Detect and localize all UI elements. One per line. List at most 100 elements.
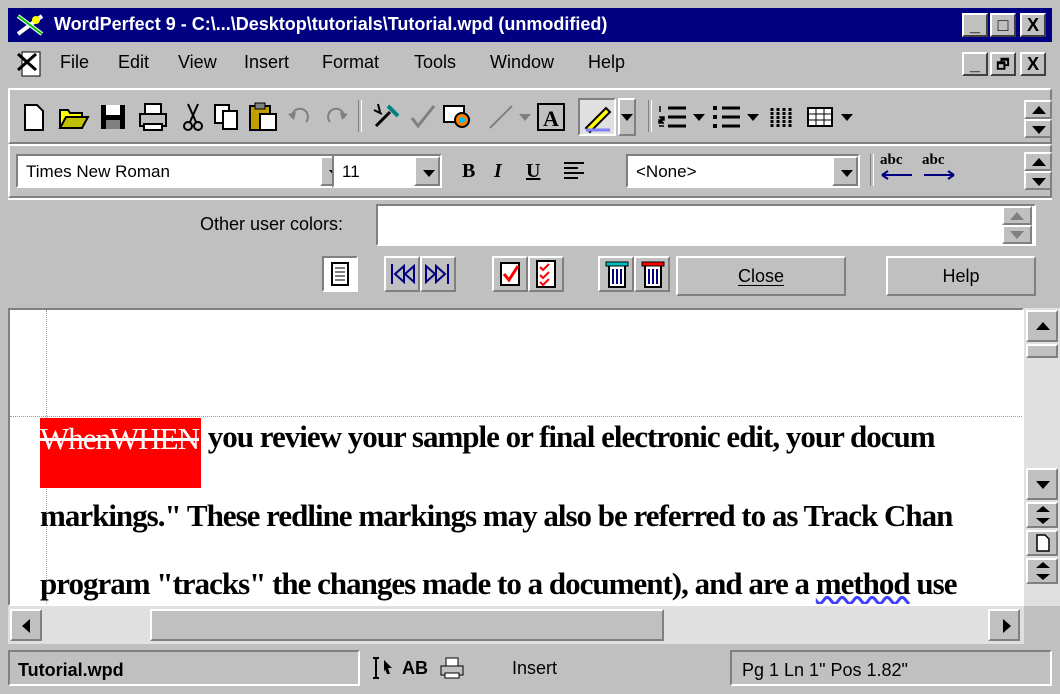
- spell-icon[interactable]: [406, 100, 440, 134]
- scroll-down-button[interactable]: [1026, 468, 1058, 500]
- underline-button[interactable]: U: [526, 160, 540, 183]
- table-icon[interactable]: [804, 100, 838, 134]
- hscroll-thumb[interactable]: [150, 609, 664, 641]
- vertical-scrollbar[interactable]: [1024, 308, 1060, 606]
- undo-icon[interactable]: [284, 100, 318, 134]
- propbar-scroll[interactable]: [1024, 152, 1052, 190]
- print-status-icon[interactable]: [438, 656, 466, 680]
- bullets-icon[interactable]: [710, 100, 744, 134]
- help-button[interactable]: Help: [886, 256, 1036, 296]
- menu-format[interactable]: Format: [322, 52, 379, 73]
- other-colors-field[interactable]: [376, 204, 1036, 246]
- accept-all-icon[interactable]: [528, 256, 564, 292]
- line3-squiggle: method: [815, 566, 911, 601]
- line-icon[interactable]: [484, 100, 518, 134]
- abc-forward-label: abc: [922, 152, 945, 168]
- doc-close-button[interactable]: X: [1020, 52, 1046, 76]
- highlight-icon[interactable]: [440, 100, 474, 134]
- cut-icon[interactable]: [176, 100, 210, 134]
- insertion-point-icon[interactable]: [372, 656, 398, 680]
- review-mode-button[interactable]: [322, 256, 358, 292]
- table-dropdown-icon[interactable]: [840, 110, 854, 124]
- other-colors-spin[interactable]: [1002, 206, 1032, 244]
- menu-file[interactable]: File: [60, 52, 89, 73]
- reject-icon[interactable]: [598, 256, 634, 292]
- doc-line-2: markings." These redline markings may al…: [40, 498, 953, 533]
- abc-back-label: abc: [880, 152, 903, 168]
- other-colors-label: Other user colors:: [200, 214, 344, 234]
- doc-minimize-glyph: _: [969, 54, 980, 74]
- paste-icon[interactable]: [246, 100, 280, 134]
- mode-panel[interactable]: AB Insert: [366, 650, 730, 686]
- justify-icon[interactable]: [562, 158, 586, 182]
- numbering-icon[interactable]: [656, 100, 690, 134]
- italic-button[interactable]: I: [494, 160, 502, 183]
- horizontal-scrollbar[interactable]: [8, 606, 1024, 644]
- filename-panel[interactable]: Tutorial.wpd: [8, 650, 360, 686]
- doc-icon[interactable]: [16, 50, 46, 78]
- status-filename: Tutorial.wpd: [18, 660, 124, 680]
- abc-back-button[interactable]: abc: [880, 152, 912, 180]
- print-icon[interactable]: [136, 100, 170, 134]
- pen-dropdown-button[interactable]: [618, 98, 636, 136]
- columns-icon[interactable]: [766, 100, 800, 134]
- accept-icon[interactable]: [492, 256, 528, 292]
- line-dropdown-icon[interactable]: [518, 110, 532, 124]
- insert-mode-label[interactable]: Insert: [512, 658, 557, 679]
- textbox-icon[interactable]: A: [534, 100, 568, 134]
- copy-icon[interactable]: [210, 100, 244, 134]
- close-button[interactable]: Close: [676, 256, 846, 296]
- position-panel[interactable]: Pg 1 Ln 1" Pos 1.82": [730, 650, 1052, 686]
- style-dropdown-button[interactable]: [832, 156, 858, 186]
- font-name-combo[interactable]: Times New Roman: [16, 154, 348, 188]
- style-value: <None>: [636, 162, 697, 181]
- maximize-button[interactable]: □: [990, 13, 1016, 37]
- line3-end: use: [909, 566, 957, 601]
- next-rev-icon[interactable]: [420, 256, 456, 292]
- bullets-dropdown-icon[interactable]: [746, 110, 760, 124]
- font-name-value: Times New Roman: [26, 162, 170, 181]
- menu-insert[interactable]: Insert: [244, 52, 289, 73]
- menu-help[interactable]: Help: [588, 52, 625, 73]
- inserted-text: WHEN: [110, 421, 200, 456]
- new-doc-icon[interactable]: [16, 100, 50, 134]
- scroll-thumb[interactable]: [1026, 344, 1058, 358]
- menu-view[interactable]: View: [178, 52, 217, 73]
- menu-tools[interactable]: Tools: [414, 52, 456, 73]
- scroll-right-button[interactable]: [988, 609, 1020, 641]
- redo-icon[interactable]: [318, 100, 352, 134]
- abc-forward-button[interactable]: abc: [922, 152, 955, 180]
- pen-icon[interactable]: [578, 98, 616, 136]
- maximize-glyph: □: [997, 15, 1009, 35]
- svg-text:A: A: [543, 106, 559, 131]
- minimize-button[interactable]: _: [962, 13, 988, 37]
- doc-restore-button[interactable]: 🗗: [990, 52, 1016, 76]
- open-icon[interactable]: [56, 100, 90, 134]
- size-dropdown-button[interactable]: [414, 156, 440, 186]
- scroll-left-button[interactable]: [10, 609, 42, 641]
- document-area[interactable]: WhenWHEN you review your sample or final…: [8, 308, 1024, 606]
- close-window-button[interactable]: X: [1020, 13, 1046, 37]
- doc-minimize-button[interactable]: _: [962, 52, 988, 76]
- save-icon[interactable]: [96, 100, 130, 134]
- first-rev-icon[interactable]: [384, 256, 420, 292]
- toolbar-scroll[interactable]: [1024, 100, 1052, 138]
- quickformat-icon[interactable]: [370, 100, 404, 134]
- redline-block: WhenWHEN: [40, 418, 202, 488]
- arrow-right-icon: [924, 170, 955, 180]
- bold-button[interactable]: B: [462, 160, 475, 183]
- title-bar[interactable]: WordPerfect 9 - C:\...\Desktop\tutorials…: [8, 8, 1052, 42]
- menu-edit[interactable]: Edit: [118, 52, 149, 73]
- app-icon[interactable]: [16, 12, 44, 38]
- mode-ab[interactable]: AB: [402, 658, 428, 679]
- scroll-up-button[interactable]: [1026, 310, 1058, 342]
- prev-page-button[interactable]: [1026, 502, 1058, 528]
- reject-all-icon[interactable]: [634, 256, 670, 292]
- next-page-button[interactable]: [1026, 558, 1058, 584]
- style-combo[interactable]: <None>: [626, 154, 860, 188]
- page-icon[interactable]: [1026, 530, 1058, 556]
- font-size-combo[interactable]: 11: [332, 154, 442, 188]
- numbering-dropdown-icon[interactable]: [692, 110, 706, 124]
- help-button-label: Help: [942, 266, 980, 286]
- menu-window[interactable]: Window: [490, 52, 554, 73]
